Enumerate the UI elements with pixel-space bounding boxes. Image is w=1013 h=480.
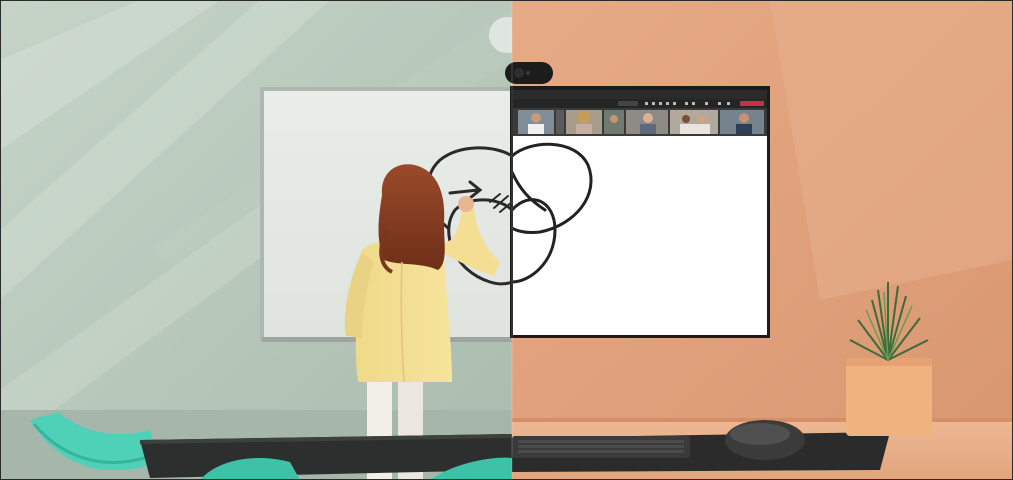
participant-tile bbox=[566, 110, 602, 134]
mic-icon[interactable] bbox=[692, 102, 695, 105]
scene-illustration bbox=[0, 0, 1013, 480]
share-button[interactable] bbox=[618, 101, 638, 106]
participant-tile bbox=[556, 110, 564, 134]
reactions-icon[interactable] bbox=[659, 102, 662, 105]
participant-tile bbox=[670, 110, 718, 134]
share-icon[interactable] bbox=[705, 102, 708, 105]
chat-icon[interactable] bbox=[645, 102, 648, 105]
participant-tile bbox=[604, 110, 624, 134]
meeting-title-bar bbox=[513, 90, 767, 99]
camera-icon[interactable] bbox=[685, 102, 688, 105]
people-icon[interactable] bbox=[652, 102, 655, 105]
more-icon[interactable] bbox=[673, 102, 676, 105]
participant-tile bbox=[626, 110, 668, 134]
participant-strip bbox=[513, 108, 767, 136]
settings-icon[interactable] bbox=[727, 102, 730, 105]
leave-button[interactable] bbox=[740, 101, 764, 106]
photo-scene bbox=[0, 0, 1013, 480]
participant-tile bbox=[518, 110, 554, 134]
view-icon[interactable] bbox=[666, 102, 669, 105]
device-icon[interactable] bbox=[718, 102, 721, 105]
wall-monitor bbox=[510, 86, 770, 338]
participant-tile bbox=[720, 110, 764, 134]
